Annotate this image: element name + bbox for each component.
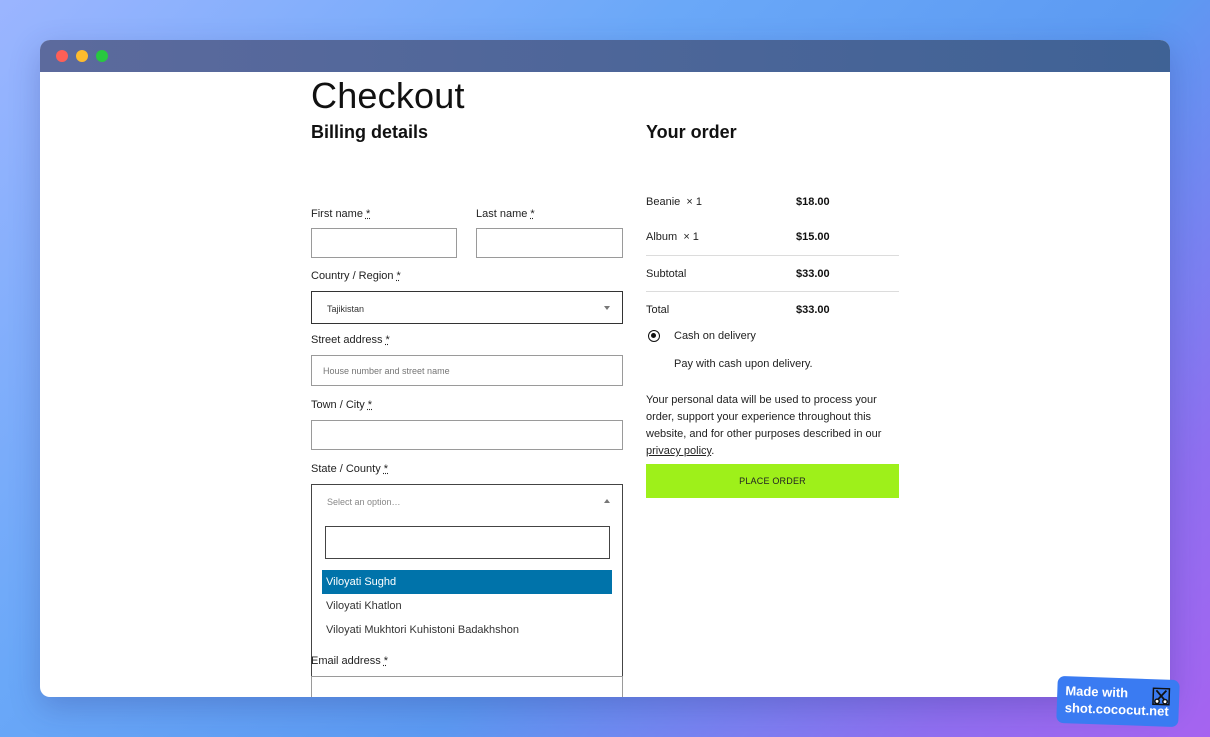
street-label: Street address *: [311, 334, 390, 346]
chevron-up-icon: [604, 499, 610, 503]
privacy-policy-link[interactable]: privacy policy: [646, 445, 711, 457]
window-titlebar: [40, 40, 1170, 72]
subtotal-value: $33.00: [796, 268, 830, 280]
first-name-input[interactable]: [311, 228, 457, 258]
town-label: Town / City *: [311, 399, 373, 411]
order-item-name: Beanie: [646, 196, 681, 208]
order-item-row: Album × 1 $15.00: [646, 231, 899, 243]
last-name-input[interactable]: [476, 228, 623, 258]
last-name-label: Last name *: [476, 208, 535, 220]
order-item-qty: × 1: [686, 196, 702, 208]
total-row: Total $33.00: [646, 304, 899, 316]
page-title: Checkout: [311, 75, 465, 116]
subtotal-label: Subtotal: [646, 268, 687, 280]
order-item-qty: × 1: [683, 231, 699, 243]
payment-description: Pay with cash upon delivery.: [674, 358, 813, 370]
chevron-down-icon: [604, 306, 610, 310]
state-search-input[interactable]: [325, 526, 610, 559]
order-item-price: $15.00: [796, 231, 830, 243]
state-option[interactable]: Viloyati Khatlon: [322, 594, 612, 618]
total-value: $33.00: [796, 304, 830, 316]
subtotal-row: Subtotal $33.00: [646, 268, 899, 280]
maximize-window-dot[interactable]: [96, 50, 108, 62]
privacy-text: Your personal data will be used to proce…: [646, 394, 882, 440]
close-window-dot[interactable]: [56, 50, 68, 62]
email-label: Email address *: [311, 655, 388, 667]
billing-heading: Billing details: [311, 122, 429, 142]
browser-window: Checkout Billing details First name * Las…: [40, 40, 1170, 697]
state-option[interactable]: Viloyati Mukhtori Kuhistoni Badakhshon: [322, 618, 612, 642]
privacy-end: .: [711, 445, 715, 457]
order-item-price: $18.00: [796, 196, 830, 208]
order-heading: Your order: [646, 122, 737, 142]
order-item-name: Album: [646, 231, 678, 243]
state-option[interactable]: Viloyati Sughd: [322, 570, 612, 594]
place-order-button[interactable]: PLACE ORDER: [646, 464, 899, 498]
cash-on-delivery-radio[interactable]: [648, 330, 660, 342]
payment-method-label[interactable]: Cash on delivery: [674, 330, 756, 342]
town-city-input[interactable]: [311, 420, 623, 450]
divider: [646, 291, 899, 292]
privacy-notice: Your personal data will be used to proce…: [646, 392, 904, 460]
email-input[interactable]: [311, 676, 623, 697]
order-item-row: Beanie × 1 $18.00: [646, 196, 899, 208]
divider: [646, 255, 899, 256]
state-select-placeholder: Select an option…: [327, 497, 401, 507]
state-label: State / County *: [311, 463, 388, 475]
first-name-label: First name *: [311, 208, 371, 220]
page-content: Checkout Billing details First name * Las…: [40, 72, 1170, 697]
made-with-badge[interactable]: Made with shot.cococut.net: [1056, 675, 1180, 728]
country-selected-value: Tajikistan: [327, 304, 365, 314]
total-label: Total: [646, 304, 670, 316]
country-select[interactable]: Tajikistan: [311, 291, 623, 324]
scissors-icon: [1152, 687, 1171, 706]
country-label: Country / Region *: [311, 270, 401, 282]
minimize-window-dot[interactable]: [76, 50, 88, 62]
street-address-input[interactable]: [311, 355, 623, 386]
